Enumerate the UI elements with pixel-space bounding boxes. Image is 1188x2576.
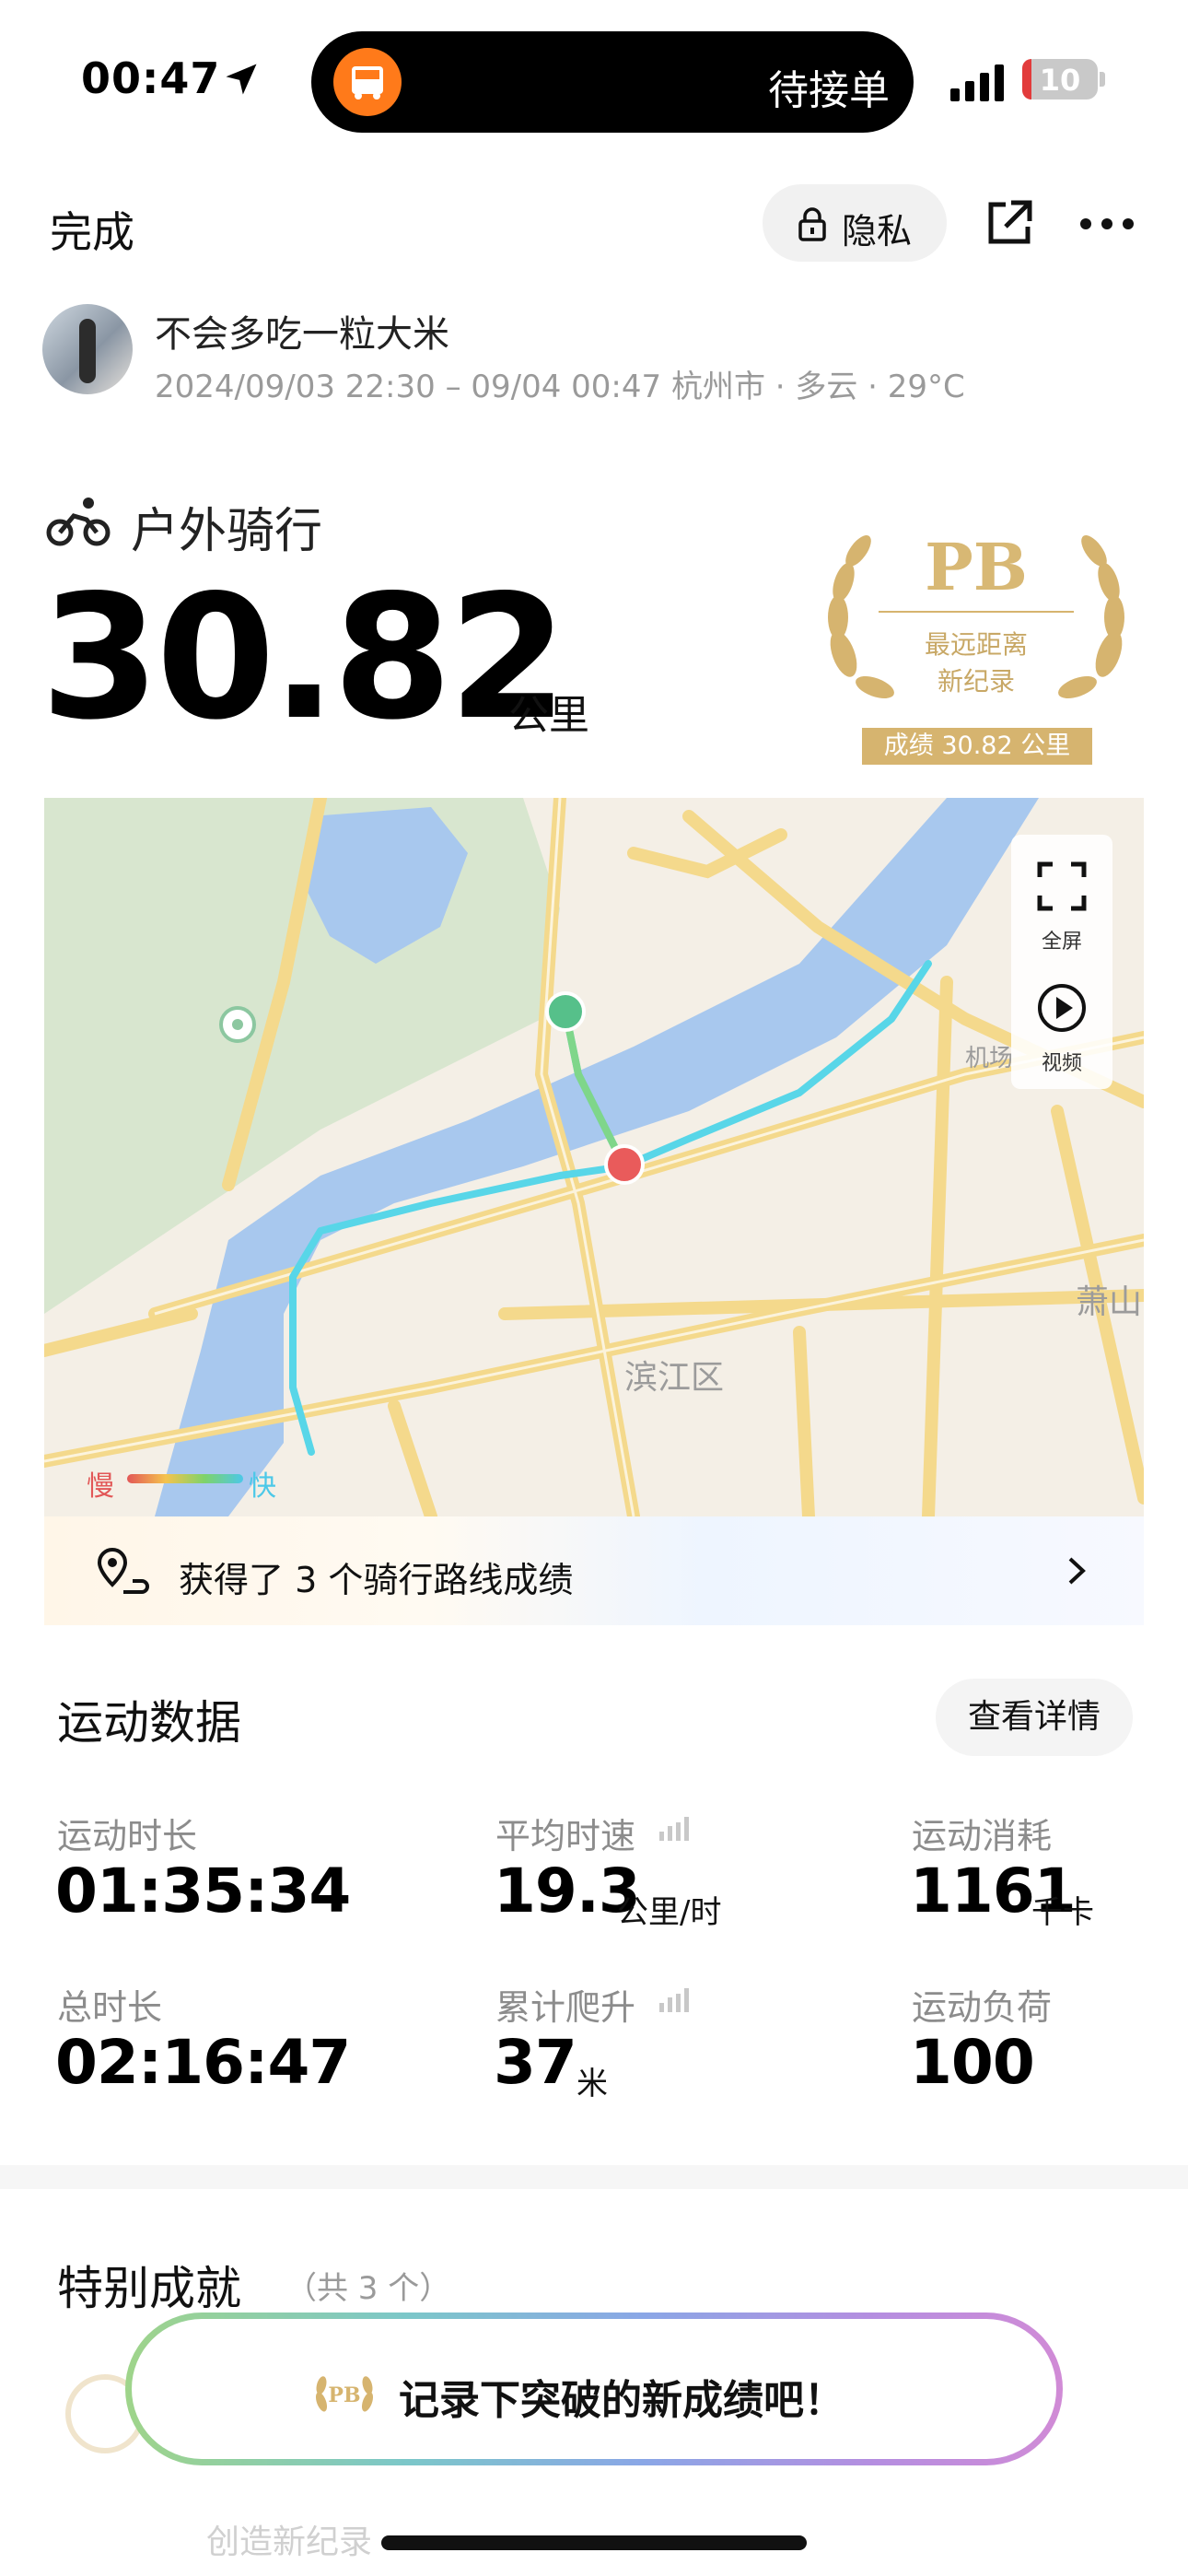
stat-label-elevation: 累计爬升 bbox=[495, 1987, 636, 2028]
pb-line1: 最远距离 bbox=[924, 629, 1028, 660]
location-arrow-icon bbox=[226, 64, 257, 95]
route-map[interactable]: 滨江区 机场 萧山 全屏 视频 慢 快 bbox=[44, 798, 1144, 1516]
speed-legend-bar bbox=[127, 1474, 243, 1483]
pb-line2: 新纪录 bbox=[937, 666, 1015, 697]
map-canvas bbox=[44, 798, 1144, 1516]
toast-inner: PB 记录下突破的新成绩吧！ bbox=[132, 2319, 1056, 2459]
lock-icon bbox=[798, 207, 826, 241]
stat-value-elevation: 37 bbox=[494, 2027, 577, 2098]
stat-value-duration: 01:35:34 bbox=[55, 1856, 351, 1926]
battery-percent: 10 bbox=[1039, 63, 1081, 98]
stat-label-avg-speed: 平均时速 bbox=[495, 1816, 636, 1856]
route-pin-icon bbox=[97, 1547, 149, 1594]
username[interactable]: 不会多吃一粒大米 bbox=[155, 304, 449, 357]
map-district-label: 滨江区 bbox=[624, 1359, 725, 1397]
stat-label-training-load: 运动负荷 bbox=[912, 1987, 1053, 2028]
status-bar: 00:47 待接单 10 bbox=[0, 0, 1188, 157]
stat-value-total-duration: 02:16:47 bbox=[55, 2027, 351, 2098]
stat-label-calories: 运动消耗 bbox=[912, 1816, 1053, 1856]
status-time: 00:47 bbox=[81, 53, 221, 103]
video-button[interactable]: 视频 bbox=[1011, 982, 1112, 1083]
map-road-label: 机场 bbox=[965, 1045, 1014, 1072]
fullscreen-icon bbox=[1037, 861, 1087, 911]
more-icon[interactable] bbox=[1079, 217, 1135, 230]
achievements-count: （共 3 个） bbox=[285, 2270, 451, 2307]
stat-unit-calories: 千卡 bbox=[1031, 1894, 1094, 1931]
map-controls: 全屏 视频 bbox=[1011, 835, 1112, 1089]
battery-tip bbox=[1100, 72, 1105, 87]
new-record-toast[interactable]: PB 记录下突破的新成绩吧！ bbox=[125, 2313, 1063, 2465]
view-details-button[interactable]: 查看详情 bbox=[936, 1679, 1133, 1756]
share-icon[interactable] bbox=[984, 197, 1035, 249]
truck-icon bbox=[333, 48, 402, 116]
distance-unit: 公里 bbox=[508, 692, 589, 739]
done-button[interactable]: 完成 bbox=[50, 199, 134, 260]
video-label: 视频 bbox=[1041, 1052, 1082, 1075]
bike-icon bbox=[46, 498, 111, 546]
signal-icon bbox=[950, 64, 1004, 101]
play-icon bbox=[1038, 984, 1086, 1032]
fullscreen-label: 全屏 bbox=[1041, 931, 1082, 954]
toast-text: 记录下突破的新成绩吧！ bbox=[399, 2377, 844, 2424]
route-achievement-banner[interactable]: 获得了 3 个骑行路线成绩 bbox=[44, 1516, 1144, 1625]
stat-label-duration: 运动时长 bbox=[57, 1816, 198, 1856]
fullscreen-button[interactable]: 全屏 bbox=[1011, 861, 1112, 962]
map-xiaoshan-label: 萧山 bbox=[1076, 1283, 1143, 1321]
island-status-text: 待接单 bbox=[768, 67, 890, 114]
section-divider bbox=[0, 2165, 1188, 2189]
stats-title: 运动数据 bbox=[57, 1696, 241, 1750]
stat-label-total-duration: 总时长 bbox=[57, 1987, 163, 2028]
pb-laurel-icon: PB bbox=[315, 2376, 374, 2412]
route-achievement-text: 获得了 3 个骑行路线成绩 bbox=[179, 1560, 574, 1600]
stat-unit-avg-speed: 公里/时 bbox=[617, 1894, 722, 1931]
achievements-title: 特别成就 bbox=[57, 2262, 241, 2315]
pb-result: 成绩 30.82 公里 bbox=[862, 728, 1092, 765]
battery-icon: 10 bbox=[1022, 59, 1098, 100]
trend-chart-icon[interactable] bbox=[658, 1985, 693, 2012]
stat-value-training-load: 100 bbox=[910, 2027, 1035, 2098]
privacy-button[interactable]: 隐私 bbox=[763, 184, 947, 262]
home-indicator[interactable] bbox=[381, 2535, 807, 2550]
svg-text:PB: PB bbox=[328, 2383, 360, 2407]
legend-fast: 快 bbox=[249, 1470, 276, 1503]
activity-type: 户外骑行 bbox=[131, 504, 323, 559]
avatar[interactable] bbox=[42, 304, 133, 394]
dynamic-island[interactable]: 待接单 bbox=[311, 31, 914, 133]
trend-chart-icon[interactable] bbox=[658, 1813, 693, 1841]
achievement-item-text: 创造新纪录 bbox=[206, 2523, 373, 2561]
chevron-right-icon bbox=[1068, 1557, 1086, 1585]
pb-title: PB bbox=[925, 529, 1028, 605]
stat-unit-elevation: 米 bbox=[577, 2066, 608, 2102]
distance-value: 30.82 bbox=[41, 557, 567, 757]
legend-slow: 慢 bbox=[87, 1470, 114, 1503]
privacy-label: 隐私 bbox=[842, 211, 913, 252]
activity-meta: 2024/09/03 22:30 – 09/04 00:47 杭州市 · 多云 … bbox=[155, 369, 965, 405]
